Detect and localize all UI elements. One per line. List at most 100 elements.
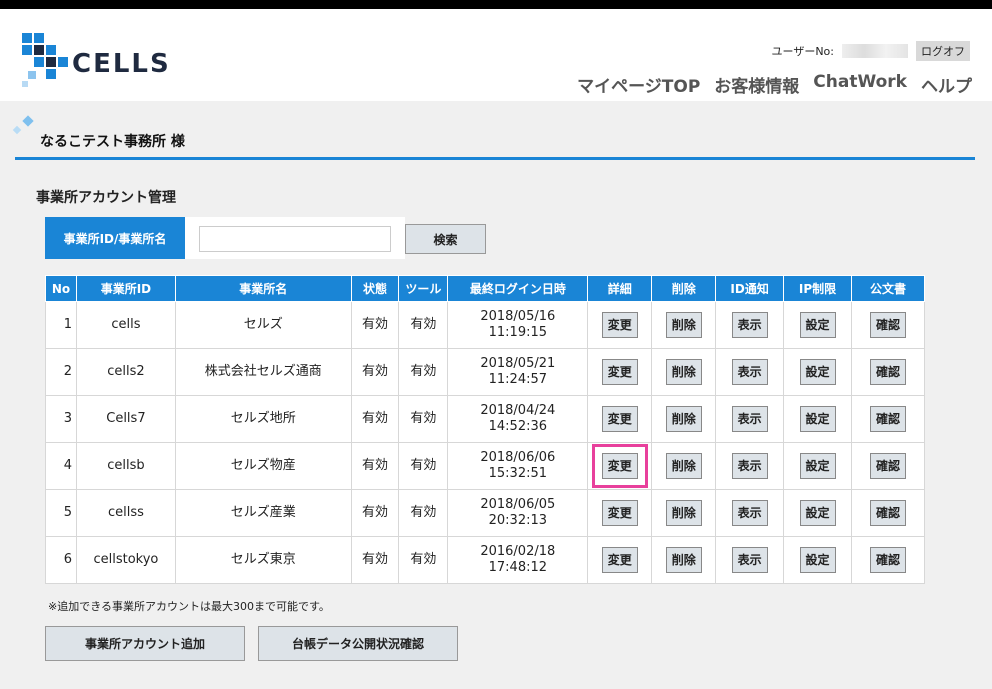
ledger-status-button[interactable]: 台帳データ公開状況確認 bbox=[258, 626, 458, 661]
nav-customer-info[interactable]: お客様情報 bbox=[714, 72, 799, 97]
row-office-name: セルズ物産 bbox=[174, 442, 352, 490]
delete-button[interactable]: 削除 bbox=[665, 547, 702, 573]
row-office-name: 株式会社セルズ通商 bbox=[174, 348, 352, 396]
login-date: 2016/02/18 bbox=[480, 544, 556, 559]
row-status: 有効 bbox=[350, 442, 400, 490]
ip-cell: 設定 bbox=[783, 301, 853, 349]
office-table: No 事業所ID 事業所名 状態 ツール 最終ログイン日時 詳細 削除 ID通知… bbox=[45, 275, 925, 584]
show-id-button[interactable]: 表示 bbox=[731, 453, 768, 479]
ip-cell: 設定 bbox=[783, 536, 853, 584]
nav-help[interactable]: ヘルプ bbox=[921, 72, 972, 97]
row-no: 4 bbox=[45, 442, 77, 490]
login-time: 14:52:36 bbox=[488, 419, 548, 434]
row-tool: 有効 bbox=[398, 348, 449, 396]
login-date: 2018/05/21 bbox=[480, 356, 556, 371]
delete-cell: 削除 bbox=[651, 489, 717, 537]
show-id-button[interactable]: 表示 bbox=[731, 312, 768, 338]
col-id-notify: ID通知 bbox=[715, 275, 785, 302]
delete-button[interactable]: 削除 bbox=[665, 453, 702, 479]
confirm-doc-button[interactable]: 確認 bbox=[870, 500, 906, 526]
ip-cell: 設定 bbox=[783, 395, 853, 443]
user-number-masked bbox=[842, 44, 908, 58]
row-office-name: セルズ bbox=[174, 301, 352, 349]
doc-cell: 確認 bbox=[851, 489, 925, 537]
login-date: 2018/06/06 bbox=[480, 450, 556, 465]
ip-settings-button[interactable]: 設定 bbox=[799, 312, 836, 338]
logout-button[interactable]: ログオフ bbox=[916, 41, 970, 61]
change-button[interactable]: 変更 bbox=[601, 406, 638, 432]
change-button[interactable]: 変更 bbox=[601, 359, 638, 385]
confirm-doc-button[interactable]: 確認 bbox=[870, 453, 906, 479]
ip-settings-button[interactable]: 設定 bbox=[799, 359, 836, 385]
show-id-button[interactable]: 表示 bbox=[731, 547, 768, 573]
search-button[interactable]: 検索 bbox=[405, 224, 486, 254]
confirm-doc-button[interactable]: 確認 bbox=[870, 312, 906, 338]
delete-button[interactable]: 削除 bbox=[665, 359, 702, 385]
main-nav: マイページTOP お客様情報 ChatWork ヘルプ bbox=[577, 72, 972, 97]
delete-button[interactable]: 削除 bbox=[665, 406, 702, 432]
col-no: No bbox=[45, 275, 77, 302]
ip-settings-button[interactable]: 設定 bbox=[799, 547, 836, 573]
ip-settings-button[interactable]: 設定 bbox=[799, 406, 836, 432]
col-official-doc: 公文書 bbox=[851, 275, 925, 302]
doc-cell: 確認 bbox=[851, 395, 925, 443]
row-tool: 有効 bbox=[398, 395, 449, 443]
delete-cell: 削除 bbox=[651, 442, 717, 490]
row-office-id: cellsb bbox=[75, 442, 176, 490]
detail-cell: 変更 bbox=[587, 536, 653, 584]
delete-cell: 削除 bbox=[651, 395, 717, 443]
header: CELLS ユーザーNo: ログオフ マイページTOP お客様情報 ChatWo… bbox=[0, 9, 992, 101]
show-id-button[interactable]: 表示 bbox=[731, 359, 768, 385]
nav-mypage-top[interactable]: マイページTOP bbox=[577, 72, 700, 97]
add-office-account-button[interactable]: 事業所アカウント追加 bbox=[45, 626, 245, 661]
change-button[interactable]: 変更 bbox=[601, 547, 638, 573]
row-tool: 有効 bbox=[398, 442, 449, 490]
login-date: 2018/06/05 bbox=[480, 497, 556, 512]
row-office-name: セルズ東京 bbox=[174, 536, 352, 584]
delete-button[interactable]: 削除 bbox=[665, 312, 702, 338]
show-id-button[interactable]: 表示 bbox=[731, 406, 768, 432]
detail-cell: 変更 bbox=[587, 489, 653, 537]
ip-settings-button[interactable]: 設定 bbox=[799, 453, 836, 479]
table-row: 2 cells2 株式会社セルズ通商 有効 有効 2018/05/21 11:24… bbox=[45, 348, 925, 396]
row-office-id: cellstokyo bbox=[75, 536, 176, 584]
table-row: 3 Cells7 セルズ地所 有効 有効 2018/04/24 14:52:36 … bbox=[45, 395, 925, 443]
row-no: 6 bbox=[45, 536, 77, 584]
row-office-name: セルズ産業 bbox=[174, 489, 352, 537]
doc-cell: 確認 bbox=[851, 348, 925, 396]
search-input[interactable] bbox=[199, 226, 391, 252]
row-last-login: 2016/02/18 17:48:12 bbox=[447, 536, 589, 584]
row-office-id: cellss bbox=[75, 489, 176, 537]
delete-button[interactable]: 削除 bbox=[665, 500, 702, 526]
login-time: 17:48:12 bbox=[488, 560, 548, 575]
row-status: 有効 bbox=[350, 395, 400, 443]
change-button[interactable]: 変更 bbox=[601, 453, 638, 479]
row-status: 有効 bbox=[350, 348, 400, 396]
change-button[interactable]: 変更 bbox=[601, 500, 638, 526]
notify-cell: 表示 bbox=[715, 348, 785, 396]
row-no: 2 bbox=[45, 348, 77, 396]
change-button[interactable]: 変更 bbox=[601, 312, 638, 338]
ip-settings-button[interactable]: 設定 bbox=[799, 500, 836, 526]
row-office-id: cells2 bbox=[75, 348, 176, 396]
table-row: 5 cellss セルズ産業 有効 有効 2018/06/05 20:32:13 … bbox=[45, 489, 925, 537]
confirm-doc-button[interactable]: 確認 bbox=[870, 359, 906, 385]
ip-cell: 設定 bbox=[783, 489, 853, 537]
confirm-doc-button[interactable]: 確認 bbox=[870, 406, 906, 432]
user-area: ユーザーNo: ログオフ bbox=[772, 41, 970, 61]
nav-chatwork[interactable]: ChatWork bbox=[813, 72, 907, 97]
table-row: 1 cells セルズ 有効 有効 2018/05/16 11:19:15 変更 … bbox=[45, 301, 925, 349]
row-tool: 有効 bbox=[398, 489, 449, 537]
row-last-login: 2018/05/21 11:24:57 bbox=[447, 348, 589, 396]
ip-cell: 設定 bbox=[783, 348, 853, 396]
main-content: なるこテスト事務所 様 事業所アカウント管理 事業所ID/事業所名 検索 No … bbox=[0, 101, 992, 689]
row-no: 5 bbox=[45, 489, 77, 537]
col-office-name: 事業所名 bbox=[174, 275, 352, 302]
show-id-button[interactable]: 表示 bbox=[731, 500, 768, 526]
row-last-login: 2018/06/05 20:32:13 bbox=[447, 489, 589, 537]
confirm-doc-button[interactable]: 確認 bbox=[870, 547, 906, 573]
row-last-login: 2018/06/06 15:32:51 bbox=[447, 442, 589, 490]
notify-cell: 表示 bbox=[715, 442, 785, 490]
delete-cell: 削除 bbox=[651, 301, 717, 349]
detail-cell: 変更 bbox=[587, 301, 653, 349]
